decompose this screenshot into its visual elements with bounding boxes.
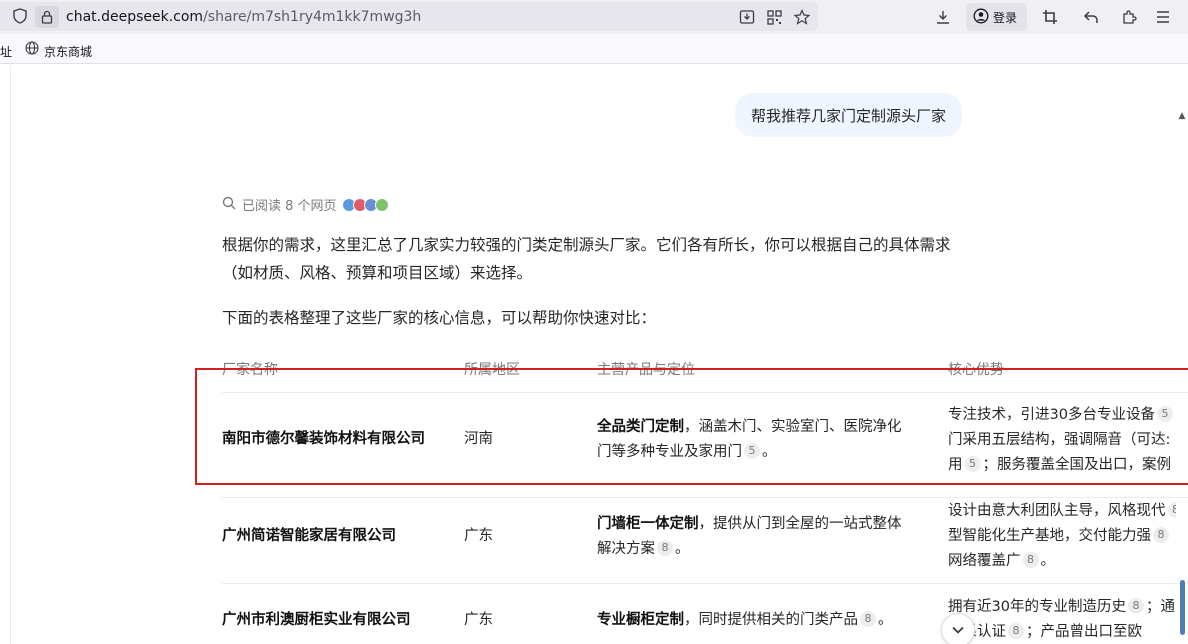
product-desc: ，涵盖木门、实验室门、医院净化 [684,419,902,435]
advantage-line-1: 设计由意大利团队主导，风格现代 [948,503,1166,519]
advantage-line-2: 型智能化生产基地，交付能力强 [948,528,1151,544]
scrollbar-thumb[interactable] [1180,580,1185,635]
shield-icon[interactable] [10,6,30,26]
menu-icon[interactable] [1153,7,1173,27]
company-name: 广州简诺智能家居有限公司 [222,528,396,544]
table-header-region: 所属地区 [464,362,520,378]
advantage-line-1: 专注技术，引进30多台专业设备 [948,407,1155,423]
sentence-end: 。 [762,444,777,460]
table-divider [222,497,1188,498]
advantage-line-2: 门采用五层结构，强调隔音（可达: [948,432,1171,448]
search-status[interactable]: 已阅读 8 个网页 [222,195,389,214]
citation-badge[interactable]: 8 [1022,552,1039,568]
qr-code-icon[interactable] [764,7,784,27]
star-icon[interactable] [792,7,812,27]
table-divider [222,583,1188,584]
user-message-bubble: 帮我推荐几家门定制源头厂家 [735,93,963,137]
citation-badge[interactable]: 8 [1153,527,1169,543]
search-icon [222,196,236,214]
crop-icon[interactable] [1040,7,1060,27]
sidebar-divider [10,65,11,644]
company-name: 南阳市德尔馨装饰材料有限公司 [222,431,425,447]
company-advantage: 拥有近30年的专业制造历史 8 ；通 体系认证 8 ；产品曾出口至欧 [948,595,1176,644]
url-path: /share/m7sh1ry4m1kk7mwg3h [203,9,422,25]
url-text[interactable]: chat.deepseek.com/share/m7sh1ry4m1kk7mwg… [66,9,421,25]
company-product: 全品类门定制，涵盖木门、实验室门、医院净化 门等多种专业及家用门 5。 [597,415,902,465]
scroll-to-bottom-button[interactable] [941,613,975,644]
answer-paragraph-2: 下面的表格整理了这些厂家的核心信息，可以帮助你快速对比： [222,309,657,327]
company-name: 广州市利澳厨柜实业有限公司 [222,612,411,628]
company-product: 门墙柜一体定制，提供从门到全屋的一站式整体 解决方案 8。 [597,512,902,562]
product-highlight: 全品类门定制 [597,419,684,435]
site-icon [374,197,389,212]
url-bar[interactable]: chat.deepseek.com/share/m7sh1ry4m1kk7mwg… [0,2,818,31]
citation-badge[interactable]: 8 [1008,623,1024,639]
account-icon [973,8,989,27]
citation-badge[interactable]: 8 [860,611,876,627]
downloads-icon[interactable] [933,7,953,27]
sentence-end: 。 [878,612,893,628]
advantage-line-2b: ；产品曾出口至欧 [1026,624,1142,640]
chat-page: 帮我推荐几家门定制源头厂家 已阅读 8 个网页 根据你的需求，这里汇总了几家实力… [0,65,1188,644]
company-advantage: 设计由意大利团队主导，风格现代 8 型智能化生产基地，交付能力强 8 网络覆盖广 8。 [948,499,1176,579]
url-host: chat.deepseek.com [66,9,204,25]
company-region: 广东 [464,612,493,628]
citation-badge[interactable]: 5 [1156,406,1173,422]
bookmark-jd[interactable]: 京东商城 [44,43,92,60]
advantage-line-3: 用 [948,457,963,473]
citation-badge[interactable]: 8 [1127,598,1144,614]
read-status-text: 已阅读 8 个网页 [242,199,337,214]
user-message-text: 帮我推荐几家门定制源头厂家 [751,106,947,125]
login-button[interactable]: 登录 [966,3,1027,31]
undo-icon[interactable] [1081,7,1101,27]
citation-badge[interactable]: 8 [1167,502,1176,518]
company-advantage: 专注技术，引进30多台专业设备 5 门采用五层结构，强调隔音（可达: 用 5 ；服务覆… [948,403,1176,483]
company-region: 河南 [464,431,493,447]
login-label: 登录 [993,10,1018,25]
sentence-end: 。 [1040,553,1056,569]
company-region: 广东 [464,528,493,544]
product-highlight: 门墙柜一体定制 [597,516,699,532]
globe-icon [23,39,41,57]
product-desc-line-2: 门等多种专业及家用门 [597,444,742,460]
scroll-up-arrow-icon[interactable]: ▲ [1177,111,1187,121]
citation-badge[interactable]: 8 [657,540,673,556]
bookmarks-bar: 址 京东商城 [0,34,1188,64]
table-header-name: 厂家名称 [222,362,278,378]
chevron-down-icon [952,622,964,638]
table-divider [222,392,1188,393]
table-header-advantage: 核心优势 [948,362,1004,378]
table-header-product: 主营产品与定位 [597,362,695,378]
scrollbar[interactable] [1176,65,1188,644]
citation-badge[interactable]: 5 [744,443,760,459]
advantage-line-3: 网络覆盖广 [948,553,1021,569]
company-product: 专业橱柜定制，同时提供相关的门类产品 8。 [597,608,893,633]
product-desc: ，提供从门到全屋的一站式整体 [698,516,902,532]
product-highlight: 专业橱柜定制 [597,612,684,628]
product-desc-line-2: 解决方案 [597,541,655,557]
advantage-line-1b: ；通 [1145,599,1175,615]
extensions-icon[interactable] [1119,7,1139,27]
answer-paragraph-1: 根据你的需求，这里汇总了几家实力较强的门类定制源头厂家。它们各有所长，你可以根据… [222,231,982,287]
answer-paragraph-1-line-2: （如材质、风格、预算和项目区域）来选择。 [222,264,533,282]
advantage-line-1: 拥有近30年的专业制造历史 [948,599,1126,615]
lock-icon[interactable] [35,6,59,28]
answer-paragraph-1-line-1: 根据你的需求，这里汇总了几家实力较强的门类定制源头厂家。它们各有所长，你可以根据… [222,236,951,254]
source-site-icons [341,197,389,212]
sentence-end: 。 [675,541,690,557]
advantage-line-3b: ；服务覆盖全国及出口，案例 [982,457,1172,473]
bookmark-item[interactable]: 址 [0,43,12,60]
download-page-icon[interactable] [737,7,757,27]
product-desc: ，同时提供相关的门类产品 [684,612,858,628]
browser-toolbar: chat.deepseek.com/share/m7sh1ry4m1kk7mwg… [0,0,1188,34]
citation-badge[interactable]: 5 [964,456,981,472]
